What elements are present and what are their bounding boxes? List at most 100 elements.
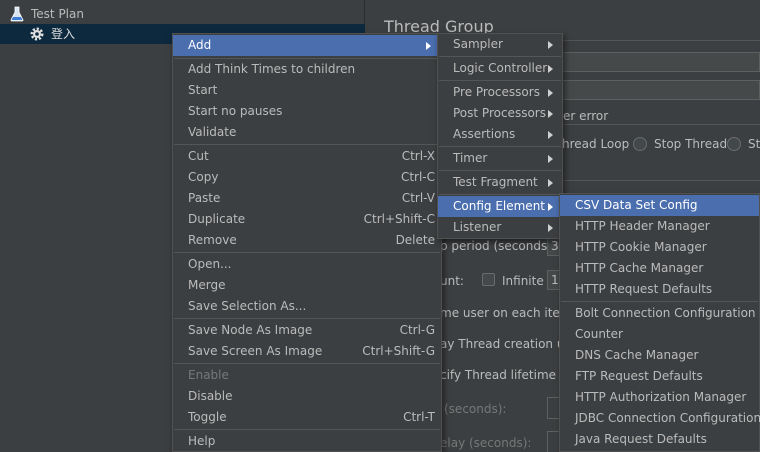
radio-label-stop-test: St: [748, 137, 760, 151]
menu-item-label: CSV Data Set Config: [575, 198, 698, 212]
menu-separator: [561, 301, 758, 302]
menu-item-label: Pre Processors: [453, 85, 540, 99]
infinite-checkbox[interactable]: [482, 273, 495, 286]
menu-item-pre-processors[interactable]: Pre Processors: [438, 82, 562, 103]
startup-delay-label: elay (seconds):: [440, 436, 532, 450]
config-element-submenu: CSV Data Set Config HTTP Header Manager …: [559, 193, 760, 452]
menu-item-label: DNS Cache Manager: [575, 348, 699, 362]
menu-item-label: Add: [188, 38, 212, 52]
menu-item-label: Help: [188, 434, 216, 448]
stop-test-radio[interactable]: [727, 137, 741, 151]
submenu-arrow-icon: [548, 89, 553, 97]
shortcut-label: Ctrl-X: [401, 149, 435, 163]
submenu-arrow-icon: [548, 110, 553, 118]
flask-icon: [10, 6, 24, 22]
menu-item-label: Listener: [453, 220, 502, 234]
menu-item-test-fragment[interactable]: Test Fragment: [438, 172, 562, 193]
menu-item-merge[interactable]: Merge: [173, 275, 441, 296]
menu-item-dns-cache-manager[interactable]: DNS Cache Manager: [560, 345, 759, 366]
loop-count-value: 1: [551, 273, 559, 287]
ramp-up-label: p period (seconds):: [440, 239, 556, 253]
menu-item-label: Assertions: [453, 127, 516, 141]
menu-item-timer[interactable]: Timer: [438, 148, 562, 169]
menu-separator: [439, 56, 561, 57]
menu-item-label: Config Element: [453, 199, 545, 213]
divider: [556, 180, 760, 181]
menu-item-post-processors[interactable]: Post Processors: [438, 103, 562, 124]
menu-item-bolt-connection-configuration[interactable]: Bolt Connection Configuration: [560, 303, 759, 324]
menu-item-sampler[interactable]: Sampler: [438, 34, 562, 55]
menu-item-label: Start: [188, 83, 218, 97]
menu-item-counter[interactable]: Counter: [560, 324, 759, 345]
menu-item-save-node-as-image[interactable]: Save Node As Image Ctrl-G: [173, 320, 441, 341]
tree-node-label: Test Plan: [31, 7, 84, 21]
menu-item-toggle[interactable]: Toggle Ctrl-T: [173, 407, 441, 428]
menu-item-cut[interactable]: Cut Ctrl-X: [173, 146, 441, 167]
menu-item-ftp-request-defaults[interactable]: FTP Request Defaults: [560, 366, 759, 387]
menu-item-label: HTTP Header Manager: [575, 219, 710, 233]
menu-item-label: Counter: [575, 327, 623, 341]
menu-separator: [174, 252, 440, 253]
menu-item-logic-controller[interactable]: Logic Controller: [438, 58, 562, 79]
menu-item-label: Cut: [188, 149, 209, 163]
menu-item-add[interactable]: Add: [173, 35, 441, 56]
radio-label-stop-thread: Stop Thread: [654, 137, 728, 151]
menu-item-label: Paste: [188, 191, 221, 205]
menu-item-label: FTP Request Defaults: [575, 369, 703, 383]
menu-item-open[interactable]: Open...: [173, 254, 441, 275]
menu-item-config-element[interactable]: Config Element: [438, 196, 562, 217]
menu-item-copy[interactable]: Copy Ctrl-C: [173, 167, 441, 188]
menu-item-jdbc-connection-configuration[interactable]: JDBC Connection Configuration: [560, 408, 760, 429]
menu-item-label: HTTP Cookie Manager: [575, 240, 707, 254]
menu-item-start-no-pauses[interactable]: Start no pauses: [173, 101, 441, 122]
menu-item-label: Save Node As Image: [188, 323, 313, 337]
add-submenu: Sampler Logic Controller Pre Processors …: [437, 33, 563, 239]
menu-item-label: Copy: [188, 170, 219, 184]
menu-item-label: JDBC Connection Configuration: [575, 411, 760, 425]
menu-item-disable[interactable]: Disable: [173, 386, 441, 407]
menu-item-add-think-times[interactable]: Add Think Times to children: [173, 59, 441, 80]
menu-item-remove[interactable]: Remove Delete: [173, 230, 441, 251]
name-field[interactable]: [556, 52, 760, 72]
menu-item-label: Start no pauses: [188, 104, 283, 118]
menu-item-help[interactable]: Help: [173, 431, 441, 452]
shortcut-label: Ctrl-C: [400, 170, 435, 184]
menu-item-save-screen-as-image[interactable]: Save Screen As Image Ctrl+Shift-G: [173, 341, 441, 362]
shortcut-label: Ctrl+Shift-G: [362, 344, 435, 358]
menu-separator: [439, 194, 561, 195]
menu-item-http-authorization-manager[interactable]: HTTP Authorization Manager: [560, 387, 759, 408]
submenu-arrow-icon: [548, 131, 553, 139]
menu-item-http-cache-manager[interactable]: HTTP Cache Manager: [560, 258, 759, 279]
submenu-arrow-icon: [548, 65, 553, 73]
submenu-arrow-icon: [548, 224, 553, 232]
menu-item-duplicate[interactable]: Duplicate Ctrl+Shift-C: [173, 209, 441, 230]
menu-item-label: Open...: [188, 257, 232, 271]
menu-item-http-request-defaults[interactable]: HTTP Request Defaults: [560, 279, 759, 300]
gear-icon: [30, 27, 44, 41]
menu-item-label: Merge: [188, 278, 226, 292]
menu-item-csv-data-set-config[interactable]: CSV Data Set Config: [560, 195, 759, 216]
menu-item-paste[interactable]: Paste Ctrl-V: [173, 188, 441, 209]
menu-item-label: Duplicate: [188, 212, 246, 226]
menu-item-listener[interactable]: Listener: [438, 217, 562, 238]
menu-item-assertions[interactable]: Assertions: [438, 124, 562, 145]
comments-field[interactable]: [556, 80, 760, 100]
menu-item-validate[interactable]: Validate: [173, 122, 441, 143]
shortcut-label: Delete: [395, 233, 435, 247]
menu-item-label: Remove: [188, 233, 237, 247]
submenu-arrow-icon: [548, 179, 553, 187]
loop-count-label: unt:: [440, 274, 464, 288]
menu-item-label: Timer: [453, 151, 488, 165]
stop-thread-radio[interactable]: [633, 137, 647, 151]
menu-item-start[interactable]: Start: [173, 80, 441, 101]
menu-item-http-cookie-manager[interactable]: HTTP Cookie Manager: [560, 237, 759, 258]
menu-item-label: Bolt Connection Configuration: [575, 306, 756, 320]
menu-item-java-request-defaults[interactable]: Java Request Defaults: [560, 429, 759, 450]
menu-item-http-header-manager[interactable]: HTTP Header Manager: [560, 216, 759, 237]
menu-item-save-selection-as[interactable]: Save Selection As...: [173, 296, 441, 317]
menu-item-enable: Enable: [173, 365, 441, 386]
submenu-arrow-icon: [426, 42, 431, 50]
tree-node-test-plan[interactable]: Test Plan: [0, 4, 365, 24]
shortcut-label: Ctrl-T: [403, 410, 435, 424]
specify-lifetime-label: cify Thread lifetime: [440, 368, 557, 382]
